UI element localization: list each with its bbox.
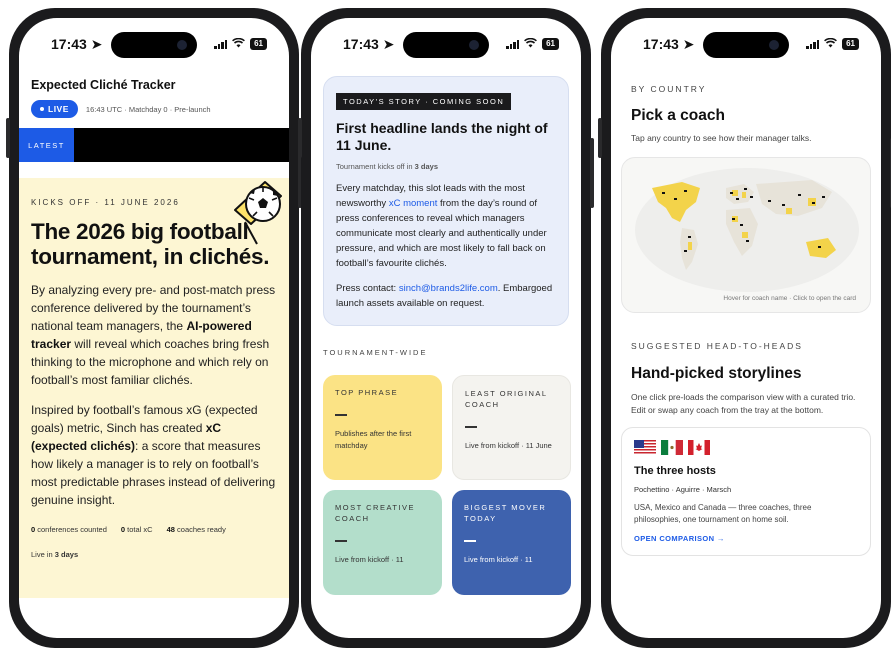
press-email-link[interactable]: sinch@brands2life.com	[399, 283, 498, 294]
location-arrow-icon: ➤	[383, 36, 395, 52]
story-title: First headline lands the night of 11 Jun…	[336, 120, 556, 154]
map-hint: Hover for coach name · Click to open the…	[723, 295, 856, 302]
press-contact: Press contact: sinch@brands2life.com. Em…	[336, 281, 556, 311]
world-map[interactable]	[622, 158, 871, 313]
wifi-icon	[824, 38, 837, 51]
stat-coaches: 48 coaches ready	[167, 525, 226, 534]
live-meta: 16:43 UTC · Matchday 0 · Pre-launch	[86, 105, 211, 114]
xc-paragraph: Inspired by football’s famous xG (expect…	[31, 401, 277, 509]
host-flags	[634, 440, 858, 455]
dynamic-island	[111, 32, 197, 58]
card-description: USA, Mexico and Canada — three coaches, …	[634, 502, 858, 526]
tile-biggest-mover[interactable]: BIGGEST MOVER TODAY Live from kickoff · …	[452, 490, 571, 595]
by-country-label: BY COUNTRY	[631, 84, 881, 94]
storylines-title: Hand-picked storylines	[631, 365, 881, 383]
world-map-card[interactable]: Hover for coach name · Click to open the…	[621, 157, 871, 313]
clock: 17:43 ➤	[51, 36, 102, 53]
stat-tiles: TOP PHRASE Publishes after the first mat…	[323, 375, 569, 595]
battery-icon: 61	[542, 38, 559, 50]
wifi-icon	[232, 38, 245, 51]
live-dot-icon	[40, 107, 44, 111]
phone-frame-right: 17:43 ➤ 61 BY COUNTRY Pick a coach Tap a…	[601, 8, 891, 648]
football-badge-icon	[227, 178, 285, 250]
pick-coach-title: Pick a coach	[631, 107, 881, 125]
dynamic-island	[403, 32, 489, 58]
placeholder-dash	[335, 540, 347, 542]
card-title: The three hosts	[634, 465, 858, 477]
usa-flag-icon	[634, 440, 656, 455]
card-coach-names: Pochettino · Aguirre · Marsch	[634, 485, 858, 494]
stat-conferences: 0 conferences counted	[31, 525, 107, 534]
phone-frame-left: 17:43 ➤ 61 Expected Cliché Tracker LIVE …	[9, 8, 299, 648]
phone-screen: 17:43 ➤ 61 TODAY'S STORY · COMING SOON F…	[311, 18, 581, 638]
live-badge[interactable]: LIVE	[31, 100, 78, 118]
app-title: Expected Cliché Tracker	[31, 78, 277, 92]
stats-row: 0 conferences counted 0 total xC 48 coac…	[31, 525, 277, 534]
placeholder-dash	[335, 414, 347, 416]
todays-story-card: TODAY'S STORY · COMING SOON First headli…	[323, 76, 569, 326]
storylines-subtitle: One click pre-loads the comparison view …	[631, 391, 867, 417]
location-arrow-icon: ➤	[91, 36, 103, 52]
clock: 17:43 ➤	[343, 36, 394, 53]
latest-tag: LATEST	[19, 128, 74, 162]
canada-flag-icon	[688, 440, 710, 455]
tile-most-creative-coach[interactable]: MOST CREATIVE COACH Live from kickoff · …	[323, 490, 442, 595]
phone-screen: 17:43 ➤ 61 Expected Cliché Tracker LIVE …	[19, 18, 289, 638]
hero-section: KICKS OFF · 11 JUNE 2026 The 2026 big fo…	[19, 178, 289, 598]
phone-frame-middle: 17:43 ➤ 61 TODAY'S STORY · COMING SOON F…	[301, 8, 591, 648]
latest-bar: LATEST	[19, 128, 289, 162]
xc-moment-link[interactable]: xC moment	[389, 198, 438, 209]
battery-icon: 61	[842, 38, 859, 50]
live-in-countdown: Live in 3 days	[31, 550, 277, 559]
story-body: Every matchday, this slot leads with the…	[336, 181, 556, 271]
storyline-card-three-hosts[interactable]: The three hosts Pochettino · Aguirre · M…	[621, 427, 871, 556]
stat-total-xc: 0 total xC	[121, 525, 153, 534]
open-comparison-link[interactable]: OPEN COMPARISON →	[634, 534, 858, 543]
location-arrow-icon: ➤	[683, 36, 695, 52]
cellular-signal-icon	[506, 39, 519, 49]
section-label-tournament-wide: TOURNAMENT-WIDE	[323, 348, 581, 357]
suggested-label: SUGGESTED HEAD-TO-HEADS	[631, 341, 881, 351]
placeholder-dash	[465, 426, 477, 428]
cellular-signal-icon	[806, 39, 819, 49]
battery-icon: 61	[250, 38, 267, 50]
story-countdown: Tournament kicks off in 3 days	[336, 162, 556, 171]
tile-top-phrase[interactable]: TOP PHRASE Publishes after the first mat…	[323, 375, 442, 480]
phone-screen: 17:43 ➤ 61 BY COUNTRY Pick a coach Tap a…	[611, 18, 881, 638]
clock: 17:43 ➤	[643, 36, 694, 53]
pick-coach-subtitle: Tap any country to see how their manager…	[631, 133, 881, 143]
cellular-signal-icon	[214, 39, 227, 49]
story-tag: TODAY'S STORY · COMING SOON	[336, 93, 511, 110]
intro-paragraph: By analyzing every pre- and post-match p…	[31, 281, 277, 389]
tile-least-original-coach[interactable]: LEAST ORIGINAL COACH Live from kickoff ·…	[452, 375, 571, 480]
dynamic-island	[703, 32, 789, 58]
mexico-flag-icon	[661, 440, 683, 455]
wifi-icon	[524, 38, 537, 51]
placeholder-dash	[464, 540, 476, 542]
